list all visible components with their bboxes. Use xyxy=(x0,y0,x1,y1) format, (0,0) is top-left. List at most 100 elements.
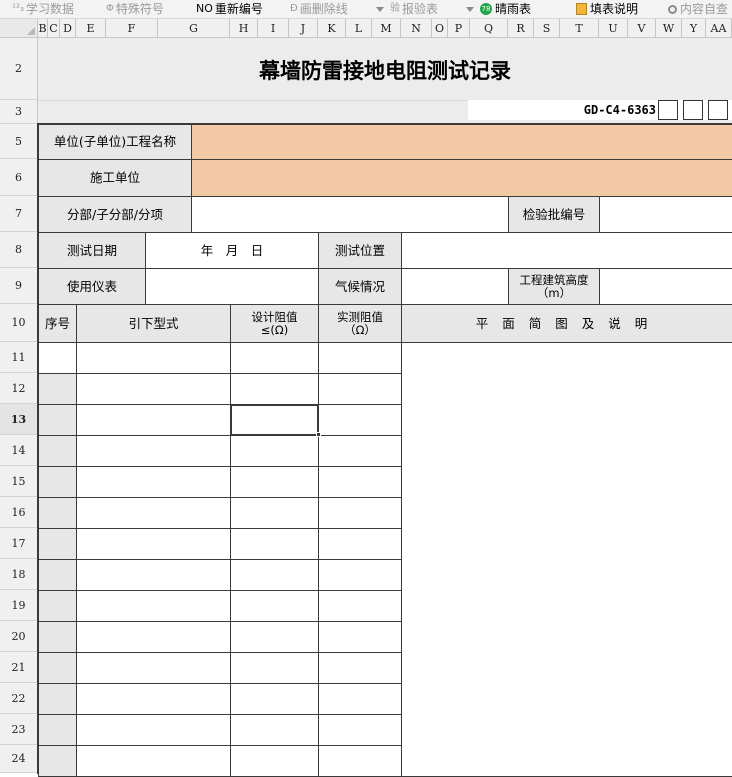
measured-resistance-cell-row-18[interactable] xyxy=(318,559,402,591)
design-resistance-cell-row-12[interactable] xyxy=(230,373,319,405)
downlead-cell-row-14[interactable] xyxy=(76,435,231,467)
design-resistance-cell-row-19[interactable] xyxy=(230,590,319,622)
row-header-19[interactable]: 19 xyxy=(0,590,38,621)
renumber-button[interactable]: NO 重新编号 xyxy=(196,0,263,18)
column-header-s[interactable]: S xyxy=(534,19,560,38)
row-header-12[interactable]: 12 xyxy=(0,373,38,404)
column-header-y[interactable]: Y xyxy=(682,19,706,38)
row-header-7[interactable]: 7 xyxy=(0,196,38,232)
design-resistance-cell-row-18[interactable] xyxy=(230,559,319,591)
row-header-10[interactable]: 10 xyxy=(0,304,38,342)
seq-cell-row-19[interactable] xyxy=(38,590,77,622)
column-header-t[interactable]: T xyxy=(560,19,599,38)
row-header-14[interactable]: 14 xyxy=(0,435,38,466)
column-header-r[interactable]: R xyxy=(508,19,534,38)
column-header-o[interactable]: O xyxy=(432,19,448,38)
weather-input[interactable] xyxy=(401,268,509,305)
seq-cell-row-24[interactable] xyxy=(38,745,77,777)
row-header-11[interactable]: 11 xyxy=(0,342,38,373)
design-resistance-cell-row-17[interactable] xyxy=(230,528,319,560)
seq-cell-row-13[interactable] xyxy=(38,404,77,436)
column-header-b[interactable]: B xyxy=(38,19,48,38)
row-header-16[interactable]: 16 xyxy=(0,497,38,528)
design-resistance-cell-row-16[interactable] xyxy=(230,497,319,529)
row-header-24[interactable]: 24 xyxy=(0,745,38,773)
test-position-input[interactable] xyxy=(401,232,732,269)
building-height-input[interactable] xyxy=(599,268,732,305)
row-header-6[interactable]: 6 xyxy=(0,159,38,196)
column-header-f[interactable]: F xyxy=(106,19,158,38)
seq-cell-row-15[interactable] xyxy=(38,466,77,498)
fill-instructions-button[interactable]: 填表说明 xyxy=(576,0,638,18)
column-header-i[interactable]: I xyxy=(258,19,289,38)
selection-fill-handle[interactable] xyxy=(316,432,321,437)
plan-sketch-area[interactable] xyxy=(401,342,732,777)
column-header-v[interactable]: V xyxy=(628,19,656,38)
row-header-3[interactable]: 3 xyxy=(0,100,38,124)
learn-data-button[interactable]: ¹²₃ 学习数据 xyxy=(12,0,74,18)
division-input[interactable] xyxy=(191,196,509,233)
row-header-5[interactable]: 5 xyxy=(0,124,38,159)
inspection-report-button[interactable]: 验 报验表 xyxy=(376,0,438,18)
row-header-9[interactable]: 9 xyxy=(0,268,38,304)
batch-no-input[interactable] xyxy=(599,196,732,233)
weather-table-button[interactable]: 78 晴雨表 xyxy=(466,0,531,18)
measured-resistance-cell-row-17[interactable] xyxy=(318,528,402,560)
seq-cell-row-21[interactable] xyxy=(38,652,77,684)
design-resistance-cell-row-13[interactable] xyxy=(230,404,319,436)
column-header-e[interactable]: E xyxy=(76,19,106,38)
downlead-cell-row-24[interactable] xyxy=(76,745,231,777)
seq-cell-row-20[interactable] xyxy=(38,621,77,653)
column-header-n[interactable]: N xyxy=(401,19,432,38)
measured-resistance-cell-row-14[interactable] xyxy=(318,435,402,467)
column-header-u[interactable]: U xyxy=(599,19,628,38)
downlead-cell-row-15[interactable] xyxy=(76,466,231,498)
unit-name-input[interactable] xyxy=(191,124,732,160)
design-resistance-cell-row-22[interactable] xyxy=(230,683,319,715)
row-header-23[interactable]: 23 xyxy=(0,714,38,745)
measured-resistance-cell-row-12[interactable] xyxy=(318,373,402,405)
row-header-2[interactable]: 2 xyxy=(0,38,38,100)
measured-resistance-cell-row-21[interactable] xyxy=(318,652,402,684)
column-header-d[interactable]: D xyxy=(60,19,76,38)
row-header-22[interactable]: 22 xyxy=(0,683,38,714)
column-header-m[interactable]: M xyxy=(372,19,401,38)
design-resistance-cell-row-20[interactable] xyxy=(230,621,319,653)
downlead-cell-row-17[interactable] xyxy=(76,528,231,560)
column-header-c[interactable]: C xyxy=(48,19,60,38)
select-all-corner[interactable] xyxy=(0,19,38,38)
test-date-input[interactable]: 年 月 日 xyxy=(145,232,319,269)
downlead-cell-row-18[interactable] xyxy=(76,559,231,591)
measured-resistance-cell-row-16[interactable] xyxy=(318,497,402,529)
design-resistance-cell-row-23[interactable] xyxy=(230,714,319,746)
downlead-cell-row-21[interactable] xyxy=(76,652,231,684)
code-input-box-3[interactable] xyxy=(708,100,728,120)
measured-resistance-cell-row-24[interactable] xyxy=(318,745,402,777)
code-input-box-1[interactable] xyxy=(658,100,678,120)
seq-cell-row-11[interactable] xyxy=(38,342,77,374)
seq-cell-row-18[interactable] xyxy=(38,559,77,591)
downlead-cell-row-11[interactable] xyxy=(76,342,231,374)
row-header-15[interactable]: 15 xyxy=(0,466,38,497)
instrument-input[interactable] xyxy=(145,268,319,305)
column-header-j[interactable]: J xyxy=(289,19,318,38)
measured-resistance-cell-row-22[interactable] xyxy=(318,683,402,715)
row-header-20[interactable]: 20 xyxy=(0,621,38,652)
special-symbol-button[interactable]: Φ 特殊符号 xyxy=(106,0,164,18)
design-resistance-cell-row-24[interactable] xyxy=(230,745,319,777)
row-header-18[interactable]: 18 xyxy=(0,559,38,590)
downlead-cell-row-12[interactable] xyxy=(76,373,231,405)
seq-cell-row-17[interactable] xyxy=(38,528,77,560)
column-header-aa[interactable]: AA xyxy=(706,19,732,38)
measured-resistance-cell-row-15[interactable] xyxy=(318,466,402,498)
row-header-13[interactable]: 13 xyxy=(0,404,38,435)
strikethrough-button[interactable]: Ð 画删除线 xyxy=(290,0,348,18)
design-resistance-cell-row-11[interactable] xyxy=(230,342,319,374)
design-resistance-cell-row-15[interactable] xyxy=(230,466,319,498)
downlead-cell-row-19[interactable] xyxy=(76,590,231,622)
downlead-cell-row-22[interactable] xyxy=(76,683,231,715)
construction-unit-input[interactable] xyxy=(191,159,732,197)
seq-cell-row-16[interactable] xyxy=(38,497,77,529)
column-header-p[interactable]: P xyxy=(448,19,470,38)
downlead-cell-row-16[interactable] xyxy=(76,497,231,529)
